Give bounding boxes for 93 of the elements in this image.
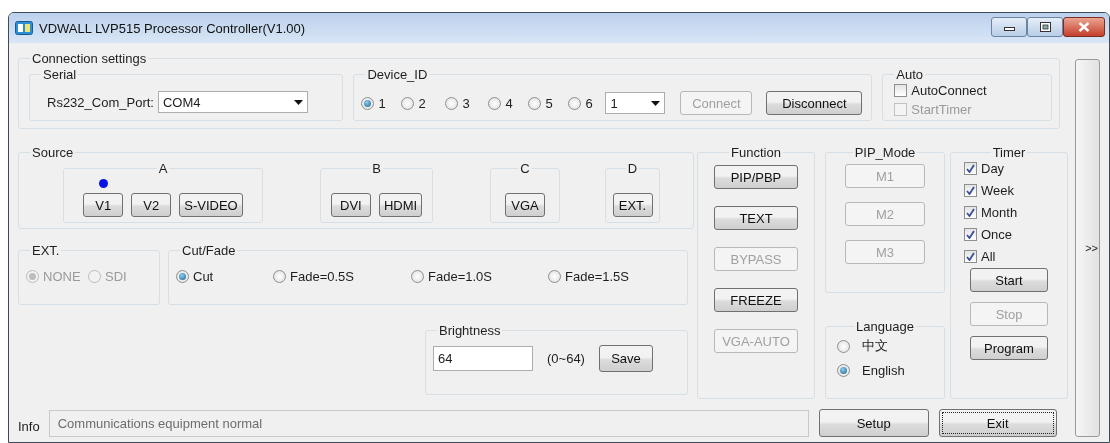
radio-label: Fade=1.0S <box>428 269 492 284</box>
dropdown[interactable]: COM4 <box>157 91 308 113</box>
button[interactable]: Program <box>970 336 1048 360</box>
button[interactable]: VGA <box>505 193 545 217</box>
group-title: Device_ID <box>367 67 428 82</box>
expand-button[interactable]: >> <box>1075 59 1100 437</box>
check-icon <box>966 230 975 239</box>
button[interactable]: DVI <box>330 193 371 217</box>
input-field[interactable]: 64 <box>433 346 533 371</box>
check-icon <box>966 164 975 173</box>
group-title: Serial <box>43 67 77 82</box>
group-title: EXT. <box>32 243 60 258</box>
group-title: Timer <box>992 145 1026 160</box>
radio-label: 5 <box>545 95 553 111</box>
range-label: (0~64) <box>547 351 585 366</box>
radio-button[interactable] <box>401 96 415 110</box>
radio-label: Fade=0.5S <box>290 269 354 284</box>
radio-label: 1 <box>378 95 386 111</box>
checkbox-label: All <box>981 249 996 264</box>
group-title: Brightness <box>439 323 501 338</box>
radio-button[interactable] <box>411 270 424 283</box>
button[interactable]: FREEZE <box>714 288 798 312</box>
radio-label: 2 <box>418 95 426 111</box>
check-icon <box>966 208 975 217</box>
field-label: Info <box>18 418 40 434</box>
button[interactable]: S-VIDEO <box>179 193 243 217</box>
group-title: Source <box>32 145 74 160</box>
check-icon <box>966 186 975 195</box>
radio-label: 6 <box>585 95 593 111</box>
radio-button[interactable] <box>445 96 459 110</box>
close-icon <box>1078 22 1090 32</box>
checkbox[interactable] <box>964 184 977 197</box>
button[interactable]: EXT. <box>612 193 653 217</box>
button[interactable]: Start <box>970 268 1048 292</box>
group-title: Function <box>731 145 781 160</box>
button[interactable]: TEXT <box>714 206 798 230</box>
radio-button[interactable] <box>176 270 189 283</box>
radio-label: SDI <box>105 269 127 284</box>
checkbox-label: Month <box>981 205 1018 220</box>
checkbox[interactable] <box>964 162 977 175</box>
restore-button[interactable] <box>1027 17 1063 37</box>
group-title: Language <box>856 319 914 334</box>
button[interactable]: HDMI <box>378 193 423 217</box>
group-title: PIP_Mode <box>854 145 916 160</box>
checkbox-label: StartTimer <box>911 102 972 117</box>
checkbox[interactable] <box>964 250 977 263</box>
button[interactable]: PIP/PBP <box>714 165 798 189</box>
checkbox[interactable] <box>894 84 908 97</box>
checkbox[interactable] <box>964 206 977 219</box>
check-icon <box>966 252 975 261</box>
radio-button[interactable] <box>837 364 850 377</box>
checkbox-label: Week <box>981 183 1014 198</box>
radio-button[interactable] <box>273 270 286 283</box>
radio-label: 3 <box>462 95 470 111</box>
group-title: D <box>627 161 638 176</box>
radio-button[interactable] <box>488 96 502 110</box>
radio-label: Fade=1.5S <box>565 269 629 284</box>
checkbox-label: AutoConnect <box>911 83 987 98</box>
checkbox-label: Day <box>981 161 1005 176</box>
radio-label: 4 <box>505 95 513 111</box>
radio-button[interactable] <box>837 339 850 353</box>
group-title: C <box>520 161 530 176</box>
radio-label: 中文 <box>862 337 888 355</box>
minimize-button[interactable] <box>991 17 1027 37</box>
button[interactable]: V2 <box>131 193 172 217</box>
app-icon <box>15 21 33 35</box>
button[interactable]: Setup <box>818 409 929 437</box>
button[interactable]: Save <box>598 345 653 372</box>
group-title: B <box>372 161 381 176</box>
group-title: A <box>158 161 168 176</box>
group-title: Auto <box>896 67 924 82</box>
radio-button[interactable] <box>361 96 375 110</box>
button[interactable]: Exit <box>938 409 1057 437</box>
radio-button[interactable] <box>568 96 582 110</box>
close-button[interactable] <box>1063 17 1105 37</box>
radio-button[interactable] <box>548 270 561 283</box>
radio-button[interactable] <box>528 96 542 110</box>
button[interactable]: V1 <box>83 193 124 217</box>
caret-icon <box>651 100 661 106</box>
group-title: Connection settings <box>32 51 147 66</box>
info-field: Communications equipment normal <box>48 409 809 437</box>
field-label: Rs232_Com_Port: <box>47 94 154 110</box>
dropdown[interactable]: 1 <box>605 92 666 114</box>
button[interactable]: Disconnect <box>766 91 863 115</box>
checkbox[interactable] <box>964 228 977 241</box>
radio-label: NONE <box>43 269 81 284</box>
radio-label: English <box>862 363 905 378</box>
radio-label: Cut <box>193 269 214 284</box>
caret-icon <box>293 99 303 105</box>
restore-icon <box>1039 22 1051 32</box>
checkbox-label: Once <box>981 227 1013 242</box>
window-title: VDWALL LVP515 Processor Controller(V1.00) <box>39 20 307 36</box>
group-title: Cut/Fade <box>182 243 236 258</box>
